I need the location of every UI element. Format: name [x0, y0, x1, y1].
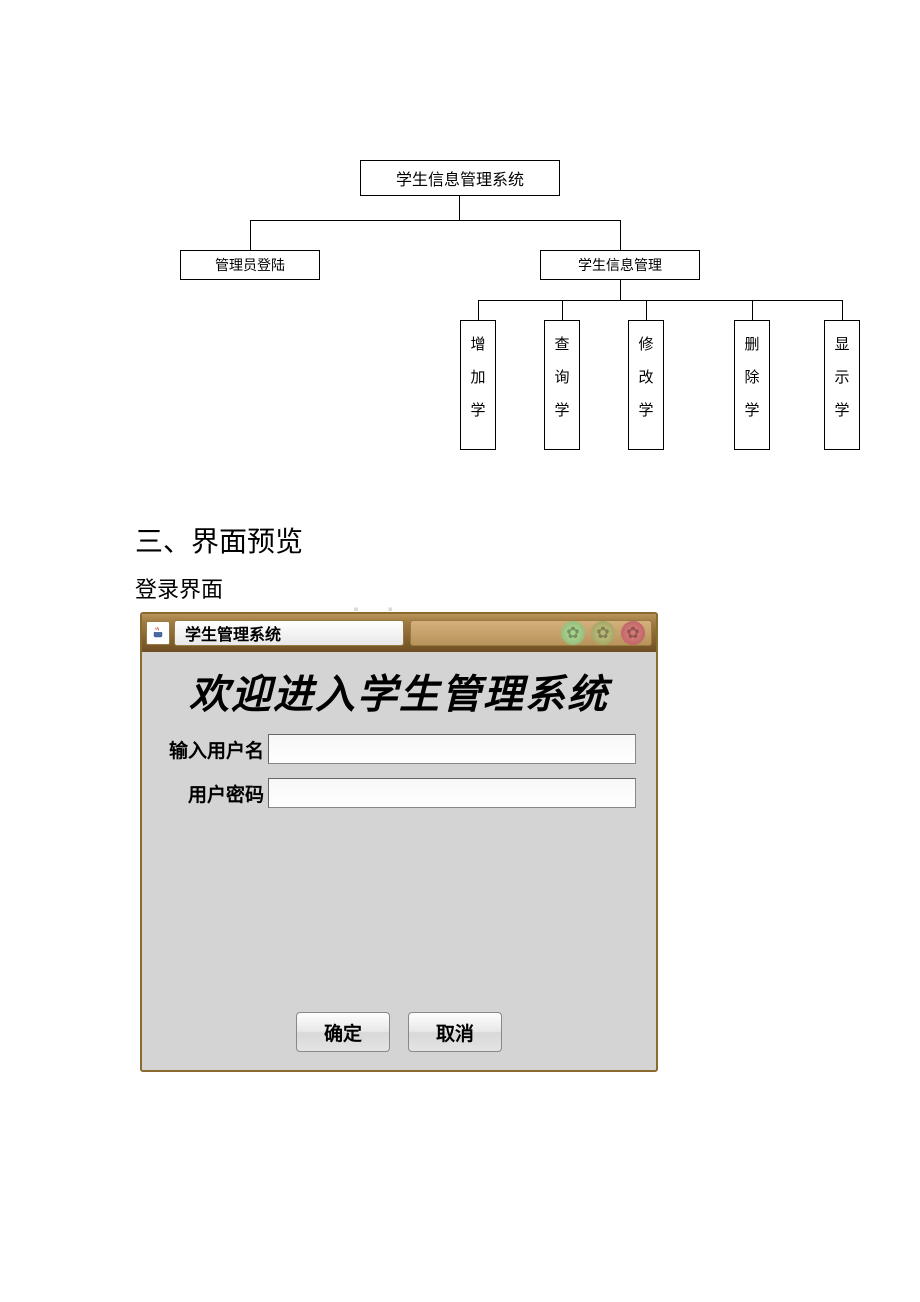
diagram-leaf-char: 增	[470, 329, 485, 362]
diagram-leaf-char: 示	[834, 362, 849, 395]
diagram-leaf-char: 除	[744, 362, 759, 395]
diagram-connector	[459, 196, 460, 220]
diagram-leaf-display: 显 示 学	[824, 320, 860, 450]
diagram-root-box: 学生信息管理系统	[360, 160, 560, 196]
diagram-connector	[620, 280, 621, 300]
diagram-leaf-char: 学	[554, 395, 569, 428]
java-icon	[146, 621, 170, 645]
diagram-leaf-char: 改	[638, 362, 653, 395]
titlebar-decoration	[410, 620, 652, 646]
diagram-leaf-char: 加	[470, 362, 485, 395]
password-input[interactable]	[268, 778, 636, 808]
diagram-connector	[250, 220, 251, 250]
diagram-connector	[478, 300, 842, 301]
diagram-connector	[646, 300, 647, 320]
window-titlebar[interactable]: 学生管理系统	[142, 614, 656, 652]
window-body: 欢迎进入学生管理系统 输入用户名 用户密码 确定 取消	[142, 652, 656, 1070]
diagram-leaf-delete: 删 除 学	[734, 320, 770, 450]
diagram-leaf-char: 显	[834, 329, 849, 362]
cancel-button[interactable]: 取消	[408, 1012, 502, 1052]
window-title: 学生管理系统	[174, 620, 404, 646]
diagram-leaf-char: 学	[744, 395, 759, 428]
diagram-student-mgmt-box: 学生信息管理	[540, 250, 700, 280]
button-row: 确定 取消	[142, 998, 656, 1070]
ok-button[interactable]: 确定	[296, 1012, 390, 1052]
close-icon[interactable]	[621, 621, 645, 645]
diagram-connector	[752, 300, 753, 320]
diagram-leaf-char: 学	[470, 395, 485, 428]
section-subheading: 登录界面	[135, 572, 223, 604]
diagram-connector	[620, 220, 621, 250]
login-window: 学生管理系统 欢迎进入学生管理系统 输入用户名 用户密码 确定 取消	[140, 612, 658, 1072]
system-hierarchy-diagram: 学生信息管理系统 管理员登陆 学生信息管理 增 加 学 查 询 学 修 改 学 …	[140, 160, 860, 460]
username-input[interactable]	[268, 734, 636, 764]
diagram-connector	[250, 220, 620, 221]
diagram-leaf-modify: 修 改 学	[628, 320, 664, 450]
diagram-leaf-query: 查 询 学	[544, 320, 580, 450]
diagram-leaf-char: 学	[834, 395, 849, 428]
diagram-connector	[842, 300, 843, 320]
diagram-connector	[478, 300, 479, 320]
maximize-icon[interactable]	[591, 621, 615, 645]
section-heading: 三、界面预览	[135, 520, 303, 560]
login-form: 输入用户名 用户密码	[142, 728, 656, 998]
diagram-leaf-char: 询	[554, 362, 569, 395]
minimize-icon[interactable]	[561, 621, 585, 645]
username-row: 输入用户名	[162, 734, 636, 764]
diagram-leaf-char: 学	[638, 395, 653, 428]
password-row: 用户密码	[162, 778, 636, 808]
password-label: 用户密码	[162, 780, 268, 807]
diagram-leaf-char: 修	[638, 329, 653, 362]
diagram-admin-login-box: 管理员登陆	[180, 250, 320, 280]
welcome-heading: 欢迎进入学生管理系统	[142, 652, 656, 728]
diagram-leaf-add: 增 加 学	[460, 320, 496, 450]
diagram-leaf-char: 查	[554, 329, 569, 362]
diagram-leaf-char: 删	[744, 329, 759, 362]
username-label: 输入用户名	[162, 736, 268, 763]
diagram-connector	[562, 300, 563, 320]
